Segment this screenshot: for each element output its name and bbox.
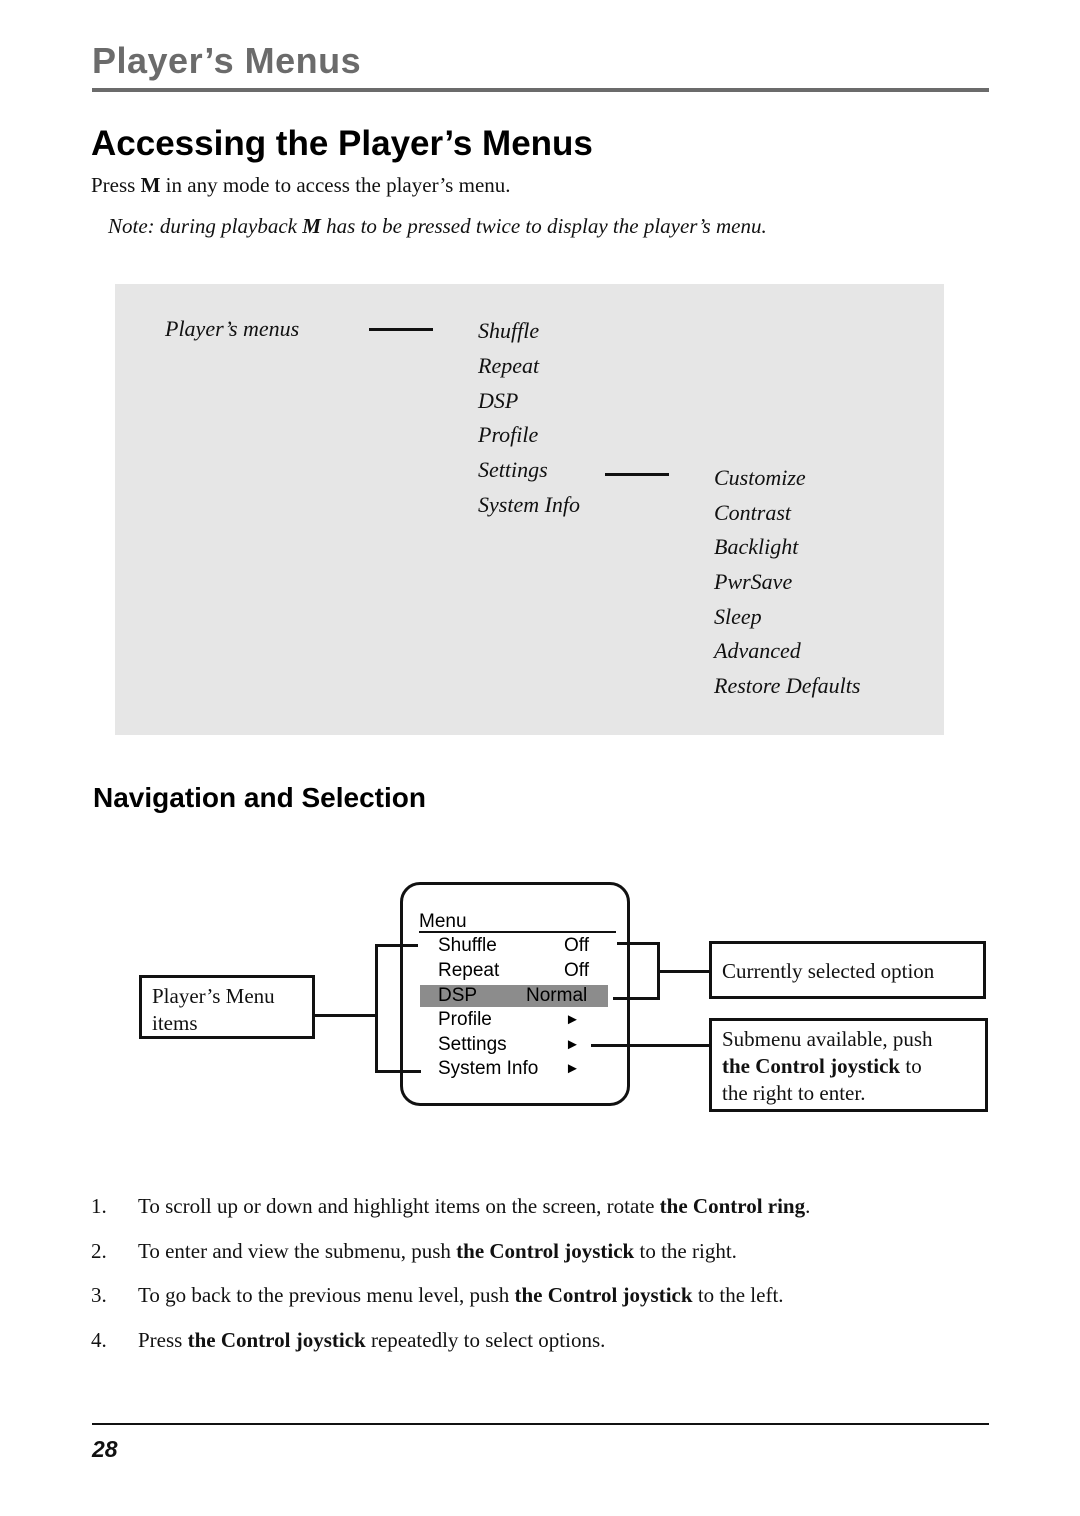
step-bold: the Control joystick: [514, 1283, 693, 1307]
callout-menu-items-line1: Player’s Menu: [152, 984, 275, 1008]
step-text: To scroll up or down and highlight items…: [138, 1194, 660, 1218]
screen-row-label: Settings: [438, 1034, 507, 1055]
tree-subitem-backlight: Backlight: [714, 534, 799, 559]
screen-row-label: Shuffle: [438, 935, 497, 956]
step-text: To enter and view the submenu, push: [138, 1239, 457, 1263]
tree-connector-settings: [605, 473, 669, 476]
step-item: 4. Press the Control joystick repeatedly …: [91, 1328, 605, 1353]
intro-pre: Press: [91, 173, 141, 197]
screen-row-label: Repeat: [438, 960, 500, 981]
page-number: 28: [92, 1436, 118, 1462]
callout-menu-items: Player’s Menu items: [139, 975, 315, 1039]
step-number: 2.: [91, 1239, 107, 1263]
connector-menu-items: [315, 1014, 377, 1017]
tree-subitem-restore-defaults: Restore Defaults: [714, 673, 861, 698]
step-number: 3.: [91, 1283, 107, 1307]
tree-item-dsp: DSP: [478, 388, 519, 413]
note-post: has to be pressed twice to display the p…: [320, 214, 767, 238]
intro-paragraph: Press M in any mode to access the player…: [91, 173, 511, 198]
page-section-header: Player’s Menus: [92, 40, 362, 81]
connector-submenu: [591, 1044, 710, 1047]
connector-selected: [657, 970, 710, 973]
screen-row-value: Off: [564, 960, 589, 981]
section-title-accessing: Accessing the Player’s Menus: [91, 124, 593, 163]
tree-item-system-info: System Info: [478, 492, 581, 517]
tree-subitem-advanced: Advanced: [714, 638, 801, 663]
step-bold: the Control ring: [659, 1194, 806, 1218]
intro-post: in any mode to access the player’s menu.: [160, 173, 511, 197]
callout-menu-items-line2: items: [152, 1011, 198, 1035]
tree-connector-root: [369, 328, 433, 331]
screen-row-label: DSP: [438, 985, 478, 1006]
callout-submenu-line1: Submenu available, push: [722, 1027, 933, 1051]
bracket-selected-top: [617, 942, 660, 945]
tree-subitem-sleep: Sleep: [714, 604, 762, 629]
step-bold: the Control joystick: [456, 1239, 635, 1263]
tree-item-repeat: Repeat: [478, 353, 540, 378]
note-pre: Note: during playback: [108, 214, 303, 238]
screen-row-label: Profile: [438, 1009, 492, 1030]
screen-row-value: Normal: [526, 985, 588, 1006]
callout-submenu: Submenu available, push the Control joys…: [709, 1018, 988, 1112]
section-title-navigation: Navigation and Selection: [93, 782, 426, 813]
note-key: M: [302, 214, 321, 238]
step-text-post: .: [805, 1194, 811, 1218]
tree-item-profile: Profile: [478, 422, 539, 447]
note-paragraph: Note: during playback M has to be presse…: [108, 214, 767, 239]
screen-heading: Menu: [419, 911, 467, 932]
step-number: 1.: [91, 1194, 107, 1218]
step-bold: the Control joystick: [187, 1328, 366, 1352]
tree-subitem-pwrsave: PwrSave: [714, 569, 793, 594]
screen-row-label: System Info: [438, 1058, 539, 1079]
tree-subitem-customize: Customize: [714, 465, 806, 490]
step-item: 2. To enter and view the submenu, push th…: [91, 1239, 737, 1264]
step-item: 3. To go back to the previous menu level,…: [91, 1283, 784, 1308]
header-rule: [92, 88, 989, 92]
step-number: 4.: [91, 1328, 107, 1352]
callout-submenu-bold: the Control joystick: [722, 1054, 901, 1078]
callout-selected-option: Currently selected option: [709, 941, 986, 999]
step-text: Press: [138, 1328, 188, 1352]
step-text-post: repeatedly to select options.: [365, 1328, 606, 1352]
screen-row-value: Off: [564, 935, 589, 956]
step-item: 1. To scroll up or down and highlight ite…: [91, 1194, 810, 1219]
step-text: To go back to the previous menu level, p…: [138, 1283, 515, 1307]
tree-subitem-contrast: Contrast: [714, 500, 792, 525]
step-text-post: to the left.: [692, 1283, 784, 1307]
tree-root: Player’s menus: [165, 316, 300, 341]
tree-item-shuffle: Shuffle: [478, 318, 540, 343]
bracket-selected-bottom: [613, 997, 660, 1000]
submenu-arrow-icon: ►: [565, 1036, 580, 1053]
submenu-arrow-icon: ►: [565, 1060, 580, 1077]
intro-key: M: [140, 173, 161, 197]
footer-rule: [92, 1423, 989, 1425]
screen-heading-underline: [419, 931, 616, 933]
callout-submenu-tail: to: [900, 1054, 922, 1078]
step-text-post: to the right.: [634, 1239, 737, 1263]
bracket-menu-items: [375, 944, 378, 1072]
tree-item-settings: Settings: [478, 457, 548, 482]
submenu-arrow-icon: ►: [565, 1011, 580, 1028]
callout-submenu-line3: the right to enter.: [722, 1081, 866, 1105]
